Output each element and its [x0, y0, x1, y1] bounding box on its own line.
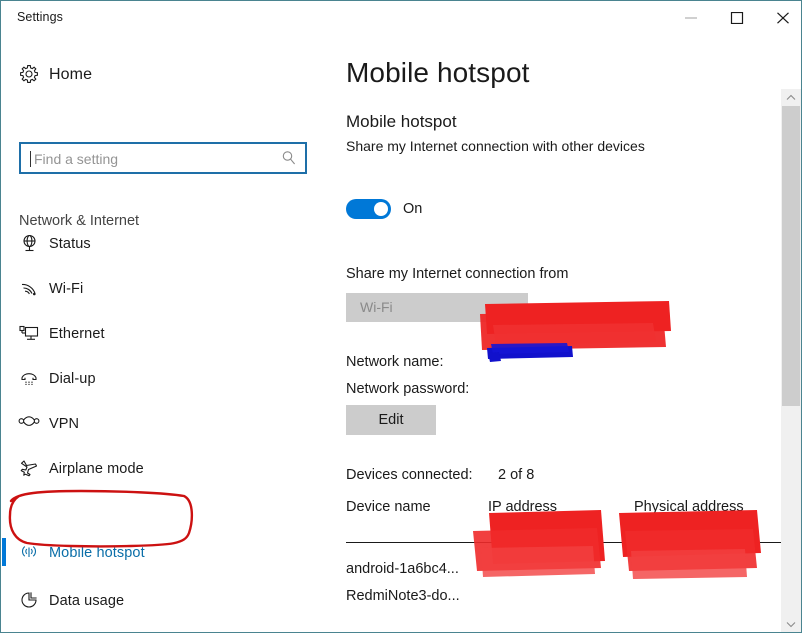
network-name-label: Network name:	[346, 354, 444, 370]
sidebar-item-label: Dial-up	[49, 370, 96, 387]
gear-icon	[18, 63, 40, 85]
sidebar-item-mobile-hotspot[interactable]: Mobile hotspot	[2, 530, 321, 575]
sidebar-item-label: Home	[49, 65, 93, 83]
sidebar-item-dialup[interactable]: Dial-up	[2, 356, 321, 401]
sidebar-item-label: Mobile hotspot	[49, 544, 145, 561]
sidebar-item-ethernet[interactable]: Ethernet	[2, 311, 321, 356]
mac-header-line2: (MAC)	[634, 517, 676, 533]
sidebar-item-label: Ethernet	[49, 325, 105, 342]
window-title: Settings	[17, 10, 63, 24]
page-title: Mobile hotspot	[346, 57, 530, 88]
table-row: android-1a6bc4...	[346, 561, 459, 577]
mobile-hotspot-toggle[interactable]	[346, 199, 391, 219]
sidebar-item-status[interactable]: Status	[2, 221, 321, 266]
dropdown-selected-value: Wi-Fi	[360, 299, 393, 315]
wifi-icon	[18, 277, 40, 299]
sidebar-item-label: Airplane mode	[49, 460, 144, 477]
mac-header-line1: Physical address	[634, 499, 744, 515]
sidebar-item-home[interactable]: Home	[2, 52, 321, 97]
pie-chart-icon	[18, 589, 40, 611]
sidebar-item-wifi[interactable]: Wi-Fi	[2, 266, 321, 311]
text-caret	[30, 151, 31, 167]
close-button[interactable]	[761, 1, 801, 33]
maximize-button[interactable]	[715, 1, 761, 33]
share-connection-dropdown[interactable]: Wi-Fi	[346, 293, 528, 322]
section-description: Share my Internet connection with other …	[346, 138, 645, 154]
scroll-down-button[interactable]	[781, 616, 801, 632]
network-password-label: Network password:	[346, 381, 470, 397]
toggle-knob	[374, 202, 388, 216]
sidebar-item-label: Status	[49, 235, 91, 252]
sidebar-item-label: VPN	[49, 415, 80, 432]
section-heading: Mobile hotspot	[346, 112, 457, 131]
scrollbar-thumb[interactable]	[782, 106, 800, 406]
sidebar-item-label: Data usage	[49, 592, 125, 609]
main-content: Mobile hotspot Mobile hotspot Share my I…	[321, 39, 781, 632]
sidebar-item-vpn[interactable]: VPN	[2, 401, 321, 446]
scroll-up-button[interactable]	[781, 89, 801, 106]
search-input[interactable]	[32, 144, 276, 174]
sidebar-item-data-usage[interactable]: Data usage	[2, 578, 321, 623]
table-header-physical-address: Physical address (MAC)	[634, 498, 764, 534]
devices-connected-value: 2 of 8	[498, 467, 535, 483]
search-icon[interactable]	[281, 150, 297, 171]
table-row: RedmiNote3-do...	[346, 588, 460, 604]
sidebar: Home Network & Internet	[2, 39, 321, 632]
settings-window: Settings Home Find a setting Network & I…	[0, 0, 802, 633]
sidebar-item-label: Wi-Fi	[49, 280, 84, 297]
edit-button[interactable]: Edit	[346, 405, 436, 435]
sidebar-item-airplane-mode[interactable]: Airplane mode	[2, 446, 321, 491]
search-box[interactable]	[19, 142, 307, 174]
minimize-button[interactable]	[669, 1, 715, 33]
devices-connected-label: Devices connected:	[346, 467, 473, 483]
close-icon	[777, 12, 789, 24]
broadcast-tower-icon	[18, 541, 40, 563]
title-bar: Settings	[1, 1, 801, 39]
vertical-scrollbar[interactable]	[781, 89, 801, 632]
minimize-icon	[685, 17, 697, 19]
table-header-device-name: Device name	[346, 499, 431, 515]
vpn-icon	[18, 412, 40, 434]
dialup-phone-icon	[18, 367, 40, 389]
toggle-state-label: On	[403, 201, 423, 217]
share-connection-label: Share my Internet connection from	[346, 266, 569, 282]
sidebar-item-proxy[interactable]: Proxy	[2, 623, 321, 632]
table-header-rule	[346, 542, 781, 543]
globe-status-icon	[18, 232, 40, 254]
ethernet-icon	[18, 322, 40, 344]
maximize-icon	[730, 12, 744, 24]
chevron-down-icon	[501, 303, 515, 321]
airplane-icon	[18, 457, 40, 479]
table-header-ip-address: IP address	[488, 499, 558, 515]
selection-accent-bar	[2, 538, 6, 566]
